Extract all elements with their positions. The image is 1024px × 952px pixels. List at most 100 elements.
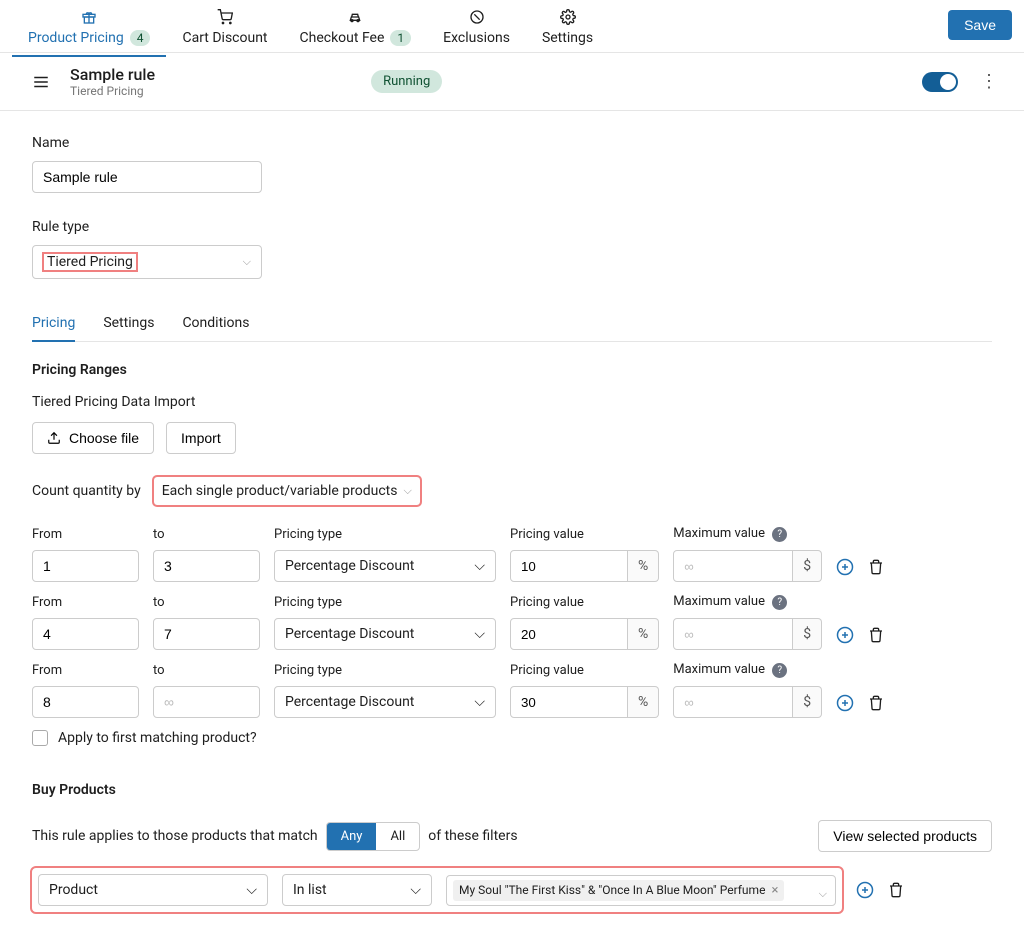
pricing-value-label: Pricing value [510,595,659,610]
tag-remove-icon[interactable]: × [771,883,778,898]
pricing-type-select[interactable]: Percentage Discount ⌵ [274,550,496,582]
help-icon[interactable]: ? [772,527,787,542]
filter-type-select[interactable]: Product ⌵ [38,874,268,906]
ban-icon [469,8,485,26]
name-input[interactable] [32,161,262,193]
rule-header: Sample rule Tiered Pricing Running ⋮ [0,53,1024,111]
nav-checkout-fee[interactable]: Checkout Fee 1 [284,0,428,56]
max-value-input[interactable] [673,686,793,718]
chevron-down-icon: ⌵ [410,882,421,898]
sub-tabs: Pricing Settings Conditions [32,305,992,342]
filter-value-multiselect[interactable]: My Soul "The First Kiss" & "Once In A Bl… [446,875,836,906]
to-label: to [153,595,260,610]
status-badge: Running [371,70,442,93]
filter-operator-select[interactable]: In list ⌵ [282,874,432,906]
range-row: From to Pricing type Percentage Discount… [32,526,992,582]
buy-sentence-pre: This rule applies to those products that… [32,828,318,844]
pricing-type-select[interactable]: Percentage Discount ⌵ [274,618,496,650]
nav-label: Checkout Fee [300,30,385,46]
max-value-label: Maximum value ? [673,526,822,542]
add-filter-button[interactable] [856,881,874,899]
to-label: to [153,527,260,542]
gift-icon [81,8,97,26]
tab-settings[interactable]: Settings [103,305,154,341]
pricing-type-select[interactable]: Percentage Discount ⌵ [274,686,496,718]
gear-icon [560,8,576,26]
to-input[interactable] [153,686,260,718]
pricing-ranges-title: Pricing Ranges [32,362,992,378]
delete-filter-button[interactable] [888,882,904,898]
delete-range-button[interactable] [868,695,884,711]
rule-type-value: Tiered Pricing [43,253,137,271]
to-input[interactable] [153,618,260,650]
add-range-button[interactable] [836,626,854,644]
tab-pricing[interactable]: Pricing [32,305,75,341]
range-row: From to Pricing type Percentage Discount… [32,662,992,718]
match-all-button[interactable]: All [376,823,419,850]
chevron-down-icon: ⌵ [474,558,485,574]
match-any-button[interactable]: Any [327,823,377,850]
import-label: Tiered Pricing Data Import [32,394,992,410]
enabled-toggle[interactable] [922,72,958,92]
pricing-value-input[interactable] [510,618,628,650]
match-segmented: Any All [326,822,421,851]
rule-title: Sample rule [70,65,155,84]
max-value-unit: $ [793,550,822,582]
delete-range-button[interactable] [868,559,884,575]
add-range-button[interactable] [836,694,854,712]
max-value-label: Maximum value ? [673,662,822,678]
apply-first-checkbox[interactable] [32,730,48,746]
from-input[interactable] [32,550,139,582]
max-value-unit: $ [793,686,822,718]
max-value-input[interactable] [673,550,793,582]
car-icon [347,8,363,26]
choose-file-button[interactable]: Choose file [32,422,154,454]
save-button[interactable]: Save [948,10,1012,40]
nav-settings[interactable]: Settings [526,0,609,56]
max-value-input[interactable] [673,618,793,650]
count-label: Count quantity by [32,483,141,499]
more-menu-icon[interactable]: ⋮ [974,71,1004,92]
from-input[interactable] [32,618,139,650]
delete-range-button[interactable] [868,627,884,643]
tab-conditions[interactable]: Conditions [182,305,249,341]
nav-cart-discount[interactable]: Cart Discount [166,0,283,56]
nav-label: Exclusions [443,30,510,46]
rule-type-label: Rule type [32,219,992,235]
chevron-down-icon: ⌵ [243,255,251,269]
rule-subtitle: Tiered Pricing [70,84,155,98]
view-selected-button[interactable]: View selected products [818,820,992,852]
pricing-value-unit: % [628,618,659,650]
max-value-label: Maximum value ? [673,594,822,610]
chevron-down-icon: ⌵ [246,882,257,898]
nav-badge: 4 [130,30,151,46]
from-label: From [32,527,139,542]
nav-badge: 1 [390,30,411,46]
add-range-button[interactable] [836,558,854,576]
name-label: Name [32,135,992,151]
chevron-down-icon: ⌵ [819,887,827,901]
pricing-value-unit: % [628,686,659,718]
pricing-value-input[interactable] [510,550,628,582]
rule-type-select[interactable]: Tiered Pricing ⌵ [32,245,262,279]
to-input[interactable] [153,550,260,582]
to-label: to [153,663,260,678]
help-icon[interactable]: ? [772,595,787,610]
range-row: From to Pricing type Percentage Discount… [32,594,992,650]
hamburger-icon[interactable] [28,69,54,95]
chevron-down-icon: ⌵ [403,484,411,498]
pricing-type-label: Pricing type [274,663,496,678]
pricing-value-label: Pricing value [510,527,659,542]
help-icon[interactable]: ? [772,663,787,678]
pricing-value-input[interactable] [510,686,628,718]
chevron-down-icon: ⌵ [474,626,485,642]
apply-first-label: Apply to first matching product? [58,730,257,746]
pricing-type-label: Pricing type [274,527,496,542]
count-quantity-select[interactable]: Each single product/variable products ⌵ [153,476,421,506]
import-button[interactable]: Import [166,422,236,454]
nav-exclusions[interactable]: Exclusions [427,0,526,56]
buy-products-title: Buy Products [32,782,992,798]
nav-product-pricing[interactable]: Product Pricing 4 [12,0,166,56]
chevron-down-icon: ⌵ [474,694,485,710]
from-input[interactable] [32,686,139,718]
